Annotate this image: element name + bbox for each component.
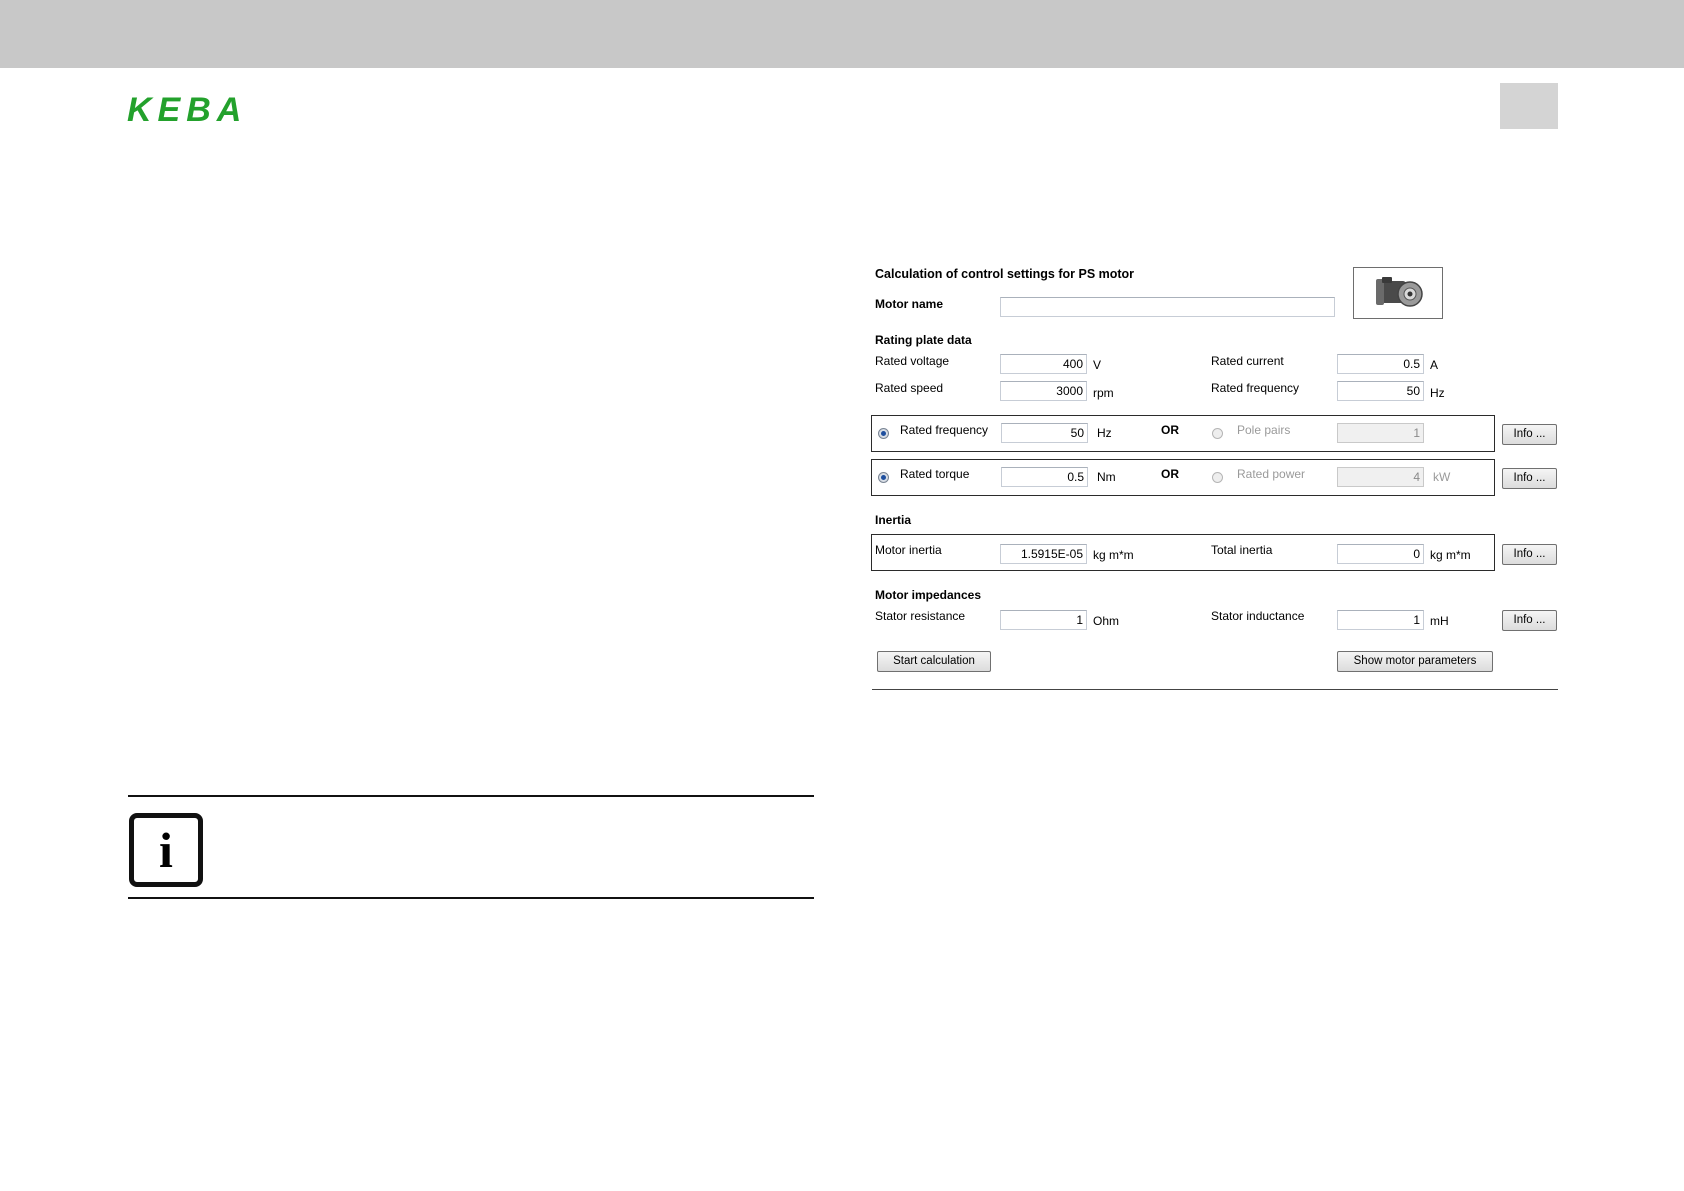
option2-a-label: Rated torque xyxy=(900,467,970,481)
frequency-info-button[interactable]: Info ... xyxy=(1502,424,1557,445)
rated-current-label: Rated current xyxy=(1211,354,1284,368)
option1-or-label: OR xyxy=(1161,423,1179,437)
option1-a-unit: Hz xyxy=(1097,426,1112,440)
inertia-heading: Inertia xyxy=(875,513,912,527)
motor-name-input[interactable] xyxy=(1000,297,1335,317)
stator-resistance-unit: Ohm xyxy=(1093,614,1120,628)
motor-calculation-dialog: Calculation of control settings for PS m… xyxy=(870,262,1560,692)
total-inertia-unit: kg m*m xyxy=(1430,548,1471,562)
rated-current-input[interactable] xyxy=(1337,354,1424,374)
rated-power-input[interactable] xyxy=(1337,467,1424,487)
impedances-info-button[interactable]: Info ... xyxy=(1502,610,1557,631)
dialog-title: Calculation of control settings for PS m… xyxy=(875,267,1135,281)
keba-logo: KEBA xyxy=(127,92,247,126)
motor-inertia-input[interactable] xyxy=(1000,544,1087,564)
rated-frequency-label: Rated frequency xyxy=(1211,381,1300,395)
option1-b-label: Pole pairs xyxy=(1237,423,1291,437)
motor-inertia-unit: kg m*m xyxy=(1093,548,1134,562)
motor-name-label: Motor name xyxy=(875,297,944,311)
rated-speed-input[interactable] xyxy=(1000,381,1087,401)
info-icon-symbol: i xyxy=(159,822,173,878)
torque-info-button[interactable]: Info ... xyxy=(1502,468,1557,489)
rated-power-unit: kW xyxy=(1433,470,1451,484)
impedances-heading: Motor impedances xyxy=(875,588,982,602)
rated-frequency-unit: Hz xyxy=(1430,386,1445,400)
stator-inductance-unit: mH xyxy=(1430,614,1449,628)
motor-image xyxy=(1353,267,1443,319)
rated-torque-radio[interactable] xyxy=(878,472,889,483)
option2-a-input[interactable] xyxy=(1001,467,1088,487)
logo-text: KEBA xyxy=(127,92,247,126)
info-note-top-rule xyxy=(128,795,814,797)
option1-a-input[interactable] xyxy=(1001,423,1088,443)
inertia-info-button[interactable]: Info ... xyxy=(1502,544,1557,565)
dialog-bottom-rule xyxy=(872,689,1558,690)
stator-inductance-label: Stator inductance xyxy=(1211,609,1305,623)
show-motor-parameters-button[interactable]: Show motor parameters xyxy=(1337,651,1493,672)
rating-plate-heading: Rating plate data xyxy=(875,333,972,347)
rated-voltage-input[interactable] xyxy=(1000,354,1087,374)
info-icon: i xyxy=(129,813,203,887)
page-corner-marker xyxy=(1500,83,1558,129)
rated-speed-unit: rpm xyxy=(1093,386,1114,400)
info-note-bottom-rule xyxy=(128,897,814,899)
rated-speed-label: Rated speed xyxy=(875,381,944,395)
start-calculation-button[interactable]: Start calculation xyxy=(877,651,991,672)
rated-voltage-label: Rated voltage xyxy=(875,354,950,368)
page-header-bar xyxy=(0,0,1684,68)
rated-frequency-input[interactable] xyxy=(1337,381,1424,401)
option2-a-unit: Nm xyxy=(1097,470,1116,484)
total-inertia-label: Total inertia xyxy=(1211,543,1273,557)
rated-current-unit: A xyxy=(1430,358,1439,372)
option2-b-label: Rated power xyxy=(1237,467,1306,481)
stator-resistance-input[interactable] xyxy=(1000,610,1087,630)
pole-pairs-radio[interactable] xyxy=(1212,428,1223,439)
total-inertia-input[interactable] xyxy=(1337,544,1424,564)
motor-icon xyxy=(1376,277,1423,307)
option1-a-label: Rated frequency xyxy=(900,423,989,437)
stator-inductance-input[interactable] xyxy=(1337,610,1424,630)
rated-frequency-radio[interactable] xyxy=(878,428,889,439)
motor-inertia-label: Motor inertia xyxy=(875,543,942,557)
pole-pairs-input[interactable] xyxy=(1337,423,1424,443)
stator-resistance-label: Stator resistance xyxy=(875,609,966,623)
option2-or-label: OR xyxy=(1161,467,1179,481)
rated-voltage-unit: V xyxy=(1093,358,1102,372)
rated-power-radio[interactable] xyxy=(1212,472,1223,483)
